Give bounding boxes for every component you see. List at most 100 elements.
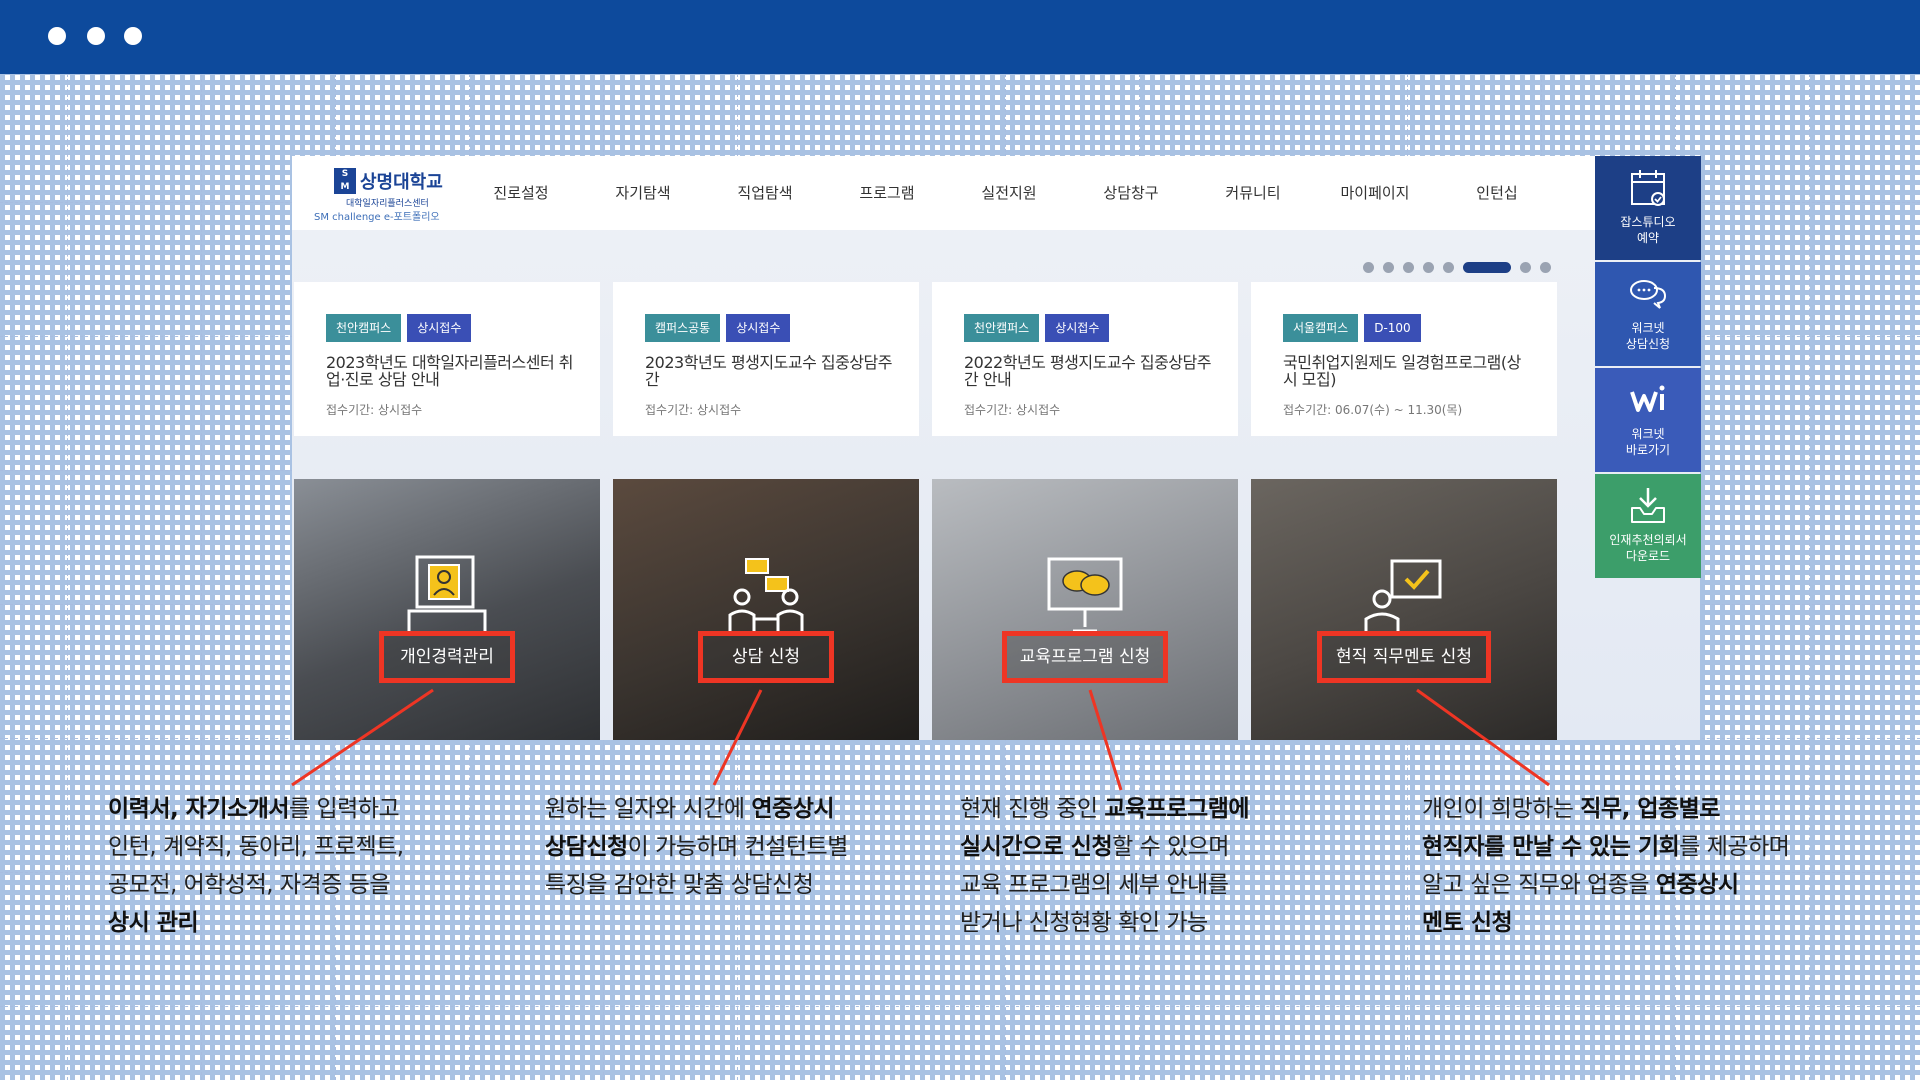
mentor-icon: [1364, 559, 1442, 633]
callout-text: 원하는 일자와 시간에: [545, 796, 752, 822]
website-screenshot: SM 상명대학교 대학일자리플러스센터 SM challenge e-포트폴리오…: [292, 156, 1700, 740]
campus-tag: 서울캠퍼스: [1283, 314, 1359, 342]
callout-career: 이력서, 자기소개서를 입력하고인턴, 계약직, 동아리, 프로젝트, 공모전, …: [108, 790, 548, 942]
notice-title: 국민취업지원제도 일경험프로그램(상시 모집): [1283, 353, 1521, 389]
nav-item-internship[interactable]: 인턴십: [1436, 156, 1558, 230]
notice-period: 접수기간: 06.07(수) ~ 11.30(목): [1283, 403, 1463, 417]
quick-label: 워크넷 바로가기: [1625, 427, 1671, 457]
feature-tile-mentor[interactable]: 현직 직무멘토 신청: [1251, 479, 1557, 740]
callout-emphasis-text: 연중상시: [751, 796, 835, 822]
quick-job-studio-button[interactable]: 잡스튜디오 예약: [1595, 156, 1701, 260]
nav-item-mypage[interactable]: 마이페이지: [1314, 156, 1436, 230]
feature-tile-education[interactable]: 교육프로그램 신청: [932, 479, 1238, 740]
notice-card[interactable]: 천안캠퍼스 상시접수 2022학년도 평생지도교수 집중상담주간 안내 접수기간:…: [932, 282, 1238, 436]
callout-education: 현재 진행 중인 교육프로그램에실시간으로 신청할 수 있으며교육 프로그램의 …: [960, 790, 1400, 942]
window-title-bar: [0, 0, 1920, 74]
feature-tile-career[interactable]: 개인경력관리: [294, 479, 600, 740]
quick-download-button[interactable]: 인재추천의뢰서 다운로드: [1595, 474, 1701, 578]
nav-item-job-exploration[interactable]: 직업탐색: [704, 156, 826, 230]
worknet-logo-icon: [1630, 385, 1665, 412]
callout-text: 받거나 신청현황 확인 가능: [960, 910, 1208, 936]
window-dot-icon: [124, 27, 142, 45]
slider-dot[interactable]: [1383, 261, 1394, 273]
nav-item-program[interactable]: 프로그램: [826, 156, 948, 230]
callout-mentor: 개인이 희망하는 직무, 업종별로현직자를 만날 수 있는 기회를 제공하며알고…: [1422, 790, 1862, 942]
callout-text: 를 입력하고: [289, 796, 400, 822]
notice-period: 접수기간: 상시접수: [964, 403, 1061, 417]
callout-text: 할 수 있으며: [1112, 834, 1230, 860]
callout-text: 교육 프로그램의 세부 안내를: [960, 872, 1229, 898]
site-header: SM 상명대학교 대학일자리플러스센터 SM challenge e-포트폴리오…: [292, 156, 1700, 230]
slider-dot[interactable]: [1463, 261, 1511, 273]
callout-emphasis-text: 상담신청: [545, 834, 628, 860]
notice-title: 2022학년도 평생지도교수 집중상담주간 안내: [964, 353, 1211, 389]
nav-item-self-exploration[interactable]: 자기탐색: [582, 156, 704, 230]
nav-item-career-setting[interactable]: 진로설정: [460, 156, 582, 230]
window-dot-icon: [87, 27, 105, 45]
quick-label: 잡스튜디오 예약: [1620, 215, 1676, 245]
calendar-icon: [1631, 170, 1665, 206]
notice-period: 접수기간: 상시접수: [326, 403, 423, 417]
university-logo[interactable]: SM 상명대학교 대학일자리플러스센터 SM challenge e-포트폴리오: [314, 162, 444, 224]
callout-emphasis-text: 상시 관리: [108, 910, 199, 936]
slider-dot[interactable]: [1423, 261, 1434, 273]
feature-label: 상담 신청: [698, 631, 834, 683]
callout-emphasis-text: 멘토 신청: [1422, 910, 1513, 936]
main-nav: 진로설정 자기탐색 직업탐색 프로그램 실전지원 상담창구 커뮤니티 마이페이지…: [460, 156, 1558, 230]
slider-dot[interactable]: [1363, 261, 1374, 273]
quick-worknet-counsel-button[interactable]: 워크넷 상담신청: [1595, 262, 1701, 366]
campus-tag: 캠퍼스공통: [645, 314, 721, 342]
callout-text: 공모전, 어학성적, 자격증 등을: [108, 872, 390, 898]
logo-portfolio-name: SM challenge e-포트폴리오: [314, 212, 440, 223]
campus-tag: 천안캠퍼스: [964, 314, 1040, 342]
status-tag: 상시접수: [726, 314, 791, 342]
status-tag: 상시접수: [407, 314, 472, 342]
notice-card[interactable]: 천안캠퍼스 상시접수 2023학년도 대학일자리플러스센터 취업·진로 상담 안내…: [294, 282, 600, 436]
slider-dot[interactable]: [1520, 261, 1531, 273]
campus-tag: 천안캠퍼스: [326, 314, 402, 342]
window-dot-icon: [48, 27, 66, 45]
notice-card[interactable]: 캠퍼스공통 상시접수 2023학년도 평생지도교수 집중상담주간 접수기간: 상시…: [613, 282, 919, 436]
slider-dot[interactable]: [1540, 261, 1551, 273]
resume-icon: [407, 555, 487, 633]
presentation-icon: [1047, 557, 1123, 633]
counseling-icon: [728, 558, 804, 631]
feature-tile-counseling[interactable]: 상담 신청: [613, 479, 919, 740]
download-tray-icon: [1631, 488, 1665, 523]
callout-text: 특징을 감안한 맞춤 상담신청: [545, 872, 814, 898]
callout-emphasis-text: 현직자를 만날 수 있는 기회: [1422, 834, 1680, 860]
notice-card[interactable]: 서울캠퍼스 D-100 국민취업지원제도 일경험프로그램(상시 모집) 접수기간:…: [1251, 282, 1557, 436]
callout-emphasis-text: 실시간으로 신청: [960, 834, 1113, 860]
status-tag: D-100: [1364, 314, 1421, 342]
notice-title: 2023학년도 대학일자리플러스센터 취업·진로 상담 안내: [326, 353, 573, 389]
callout-text: 개인이 희망하는: [1422, 796, 1581, 822]
callout-emphasis-text: 교육프로그램에: [1104, 796, 1250, 822]
feature-label: 현직 직무멘토 신청: [1317, 631, 1491, 683]
nav-item-counseling[interactable]: 상담창구: [1070, 156, 1192, 230]
feature-label: 교육프로그램 신청: [1002, 631, 1168, 683]
chat-icon: [1630, 280, 1667, 309]
callout-emphasis-text: 이력서, 자기소개서: [108, 796, 290, 822]
nav-item-practical-support[interactable]: 실전지원: [948, 156, 1070, 230]
quick-worknet-link-button[interactable]: 워크넷 바로가기: [1595, 368, 1701, 472]
callout-emphasis-text: 직무, 업종별로: [1580, 796, 1720, 822]
callout-emphasis-text: 연중상시: [1655, 872, 1739, 898]
quick-label: 워크넷 상담신청: [1625, 321, 1671, 351]
callout-counseling: 원하는 일자와 시간에 연중상시상담신청이 가능하며 컨설턴트별특징을 감안한 …: [545, 790, 985, 904]
status-tag: 상시접수: [1045, 314, 1110, 342]
callout-text: 를 제공하며: [1679, 834, 1790, 860]
callout-text: 인턴, 계약직, 동아리, 프로젝트,: [108, 834, 404, 860]
callout-text: 알고 싶은 직무와 업종을: [1422, 872, 1656, 898]
notice-period: 접수기간: 상시접수: [645, 403, 742, 417]
logo-name: 상명대학교: [360, 172, 443, 193]
university-emblem-icon: SM: [334, 168, 356, 194]
quick-label: 인재추천의뢰서 다운로드: [1609, 533, 1687, 563]
slider-dot[interactable]: [1443, 261, 1454, 273]
feature-label: 개인경력관리: [379, 631, 515, 683]
callout-text: 현재 진행 중인: [960, 796, 1105, 822]
callout-text: 이 가능하며 컨설턴트별: [627, 834, 849, 860]
slider-dot[interactable]: [1403, 261, 1414, 273]
slider-pagination: [1363, 261, 1551, 273]
nav-item-community[interactable]: 커뮤니티: [1192, 156, 1314, 230]
notice-title: 2023학년도 평생지도교수 집중상담주간: [645, 353, 892, 389]
